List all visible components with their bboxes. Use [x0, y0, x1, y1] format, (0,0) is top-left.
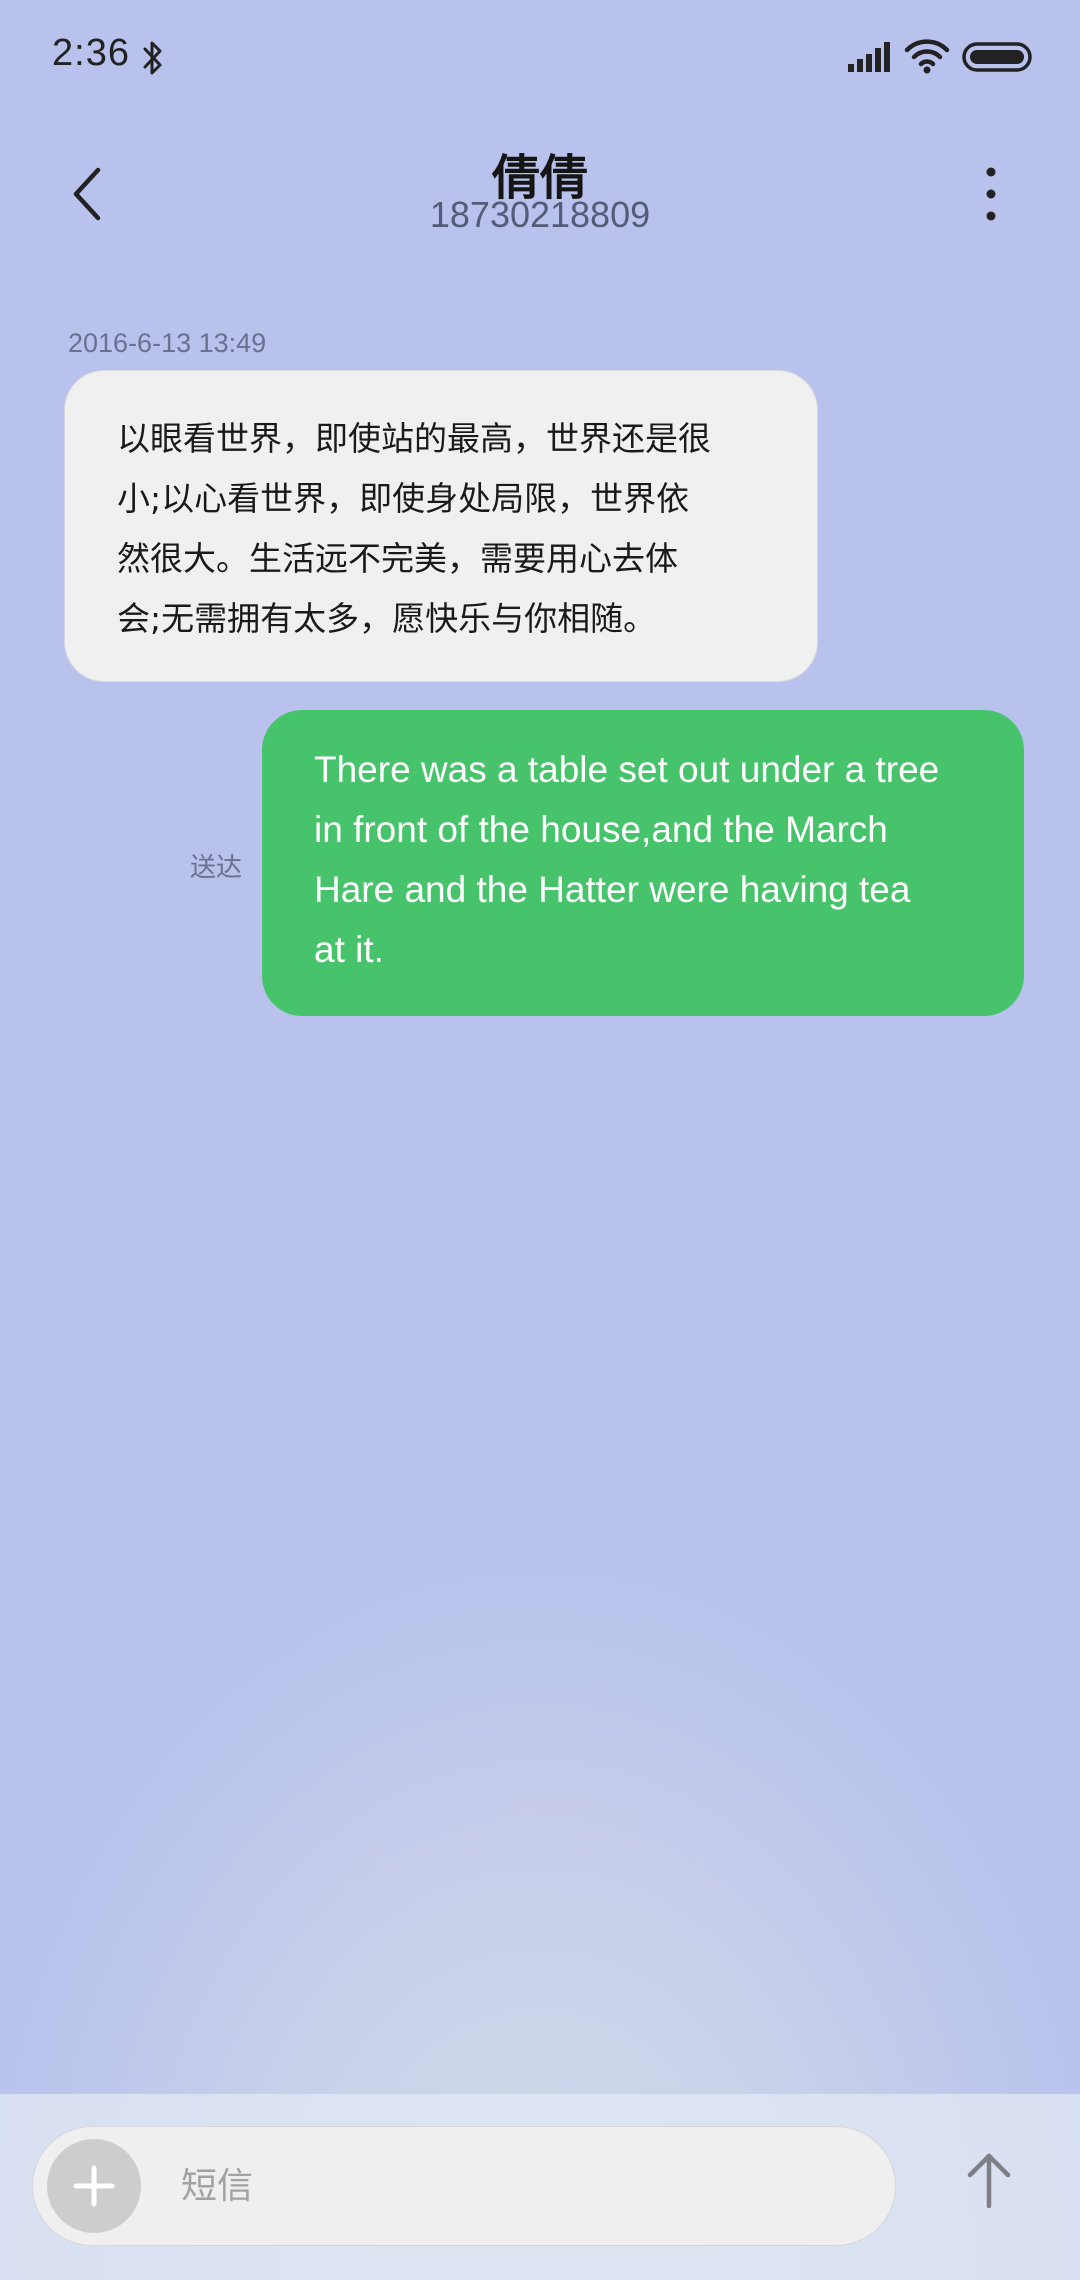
battery-icon [962, 42, 1032, 72]
message-line: 然很大。生活远不完美，需要用心去体 [117, 539, 678, 578]
conversation-header: 倩倩 18730218809 [0, 116, 1080, 266]
status-time: 2:36 [52, 32, 130, 74]
add-attachment-button[interactable] [47, 2139, 141, 2233]
status-bar: 2:36 [0, 0, 1080, 116]
incoming-message-bubble[interactable]: 以眼看世界，即使站的最高，世界还是很 小;以心看世界，即使身处局限，世界依 然很… [64, 370, 818, 682]
message-line: 以眼看世界，即使站的最高，世界还是很 [117, 419, 711, 458]
send-arrow-icon [967, 2153, 1011, 2209]
message-line: 会;无需拥有太多，愿快乐与你相随。 [117, 599, 657, 638]
message-line: 小;以心看世界，即使身处局限，世界依 [117, 479, 690, 518]
composer-pill [32, 2126, 896, 2246]
message-timestamp: 2016-6-13 13:49 [68, 328, 267, 358]
more-options-button[interactable] [966, 156, 1016, 232]
message-input[interactable] [181, 2127, 861, 2245]
plus-icon [73, 2165, 115, 2207]
message-line: There was a table set out under a tree [314, 749, 940, 790]
wifi-icon [904, 39, 950, 74]
send-button[interactable] [954, 2128, 1024, 2244]
message-line: Hare and the Hatter were having tea [314, 869, 911, 910]
bluetooth-icon [143, 41, 162, 75]
message-line: at it. [314, 929, 384, 970]
contact-number: 18730218809 [429, 194, 651, 235]
delivery-status: 送达 [190, 853, 243, 883]
composer-bar [0, 2094, 1080, 2280]
outgoing-message-bubble[interactable]: There was a table set out under a tree i… [262, 710, 1024, 1016]
more-vertical-icon [986, 167, 996, 221]
message-line: in front of the house,and the March [314, 809, 888, 850]
signal-icon [848, 42, 890, 72]
